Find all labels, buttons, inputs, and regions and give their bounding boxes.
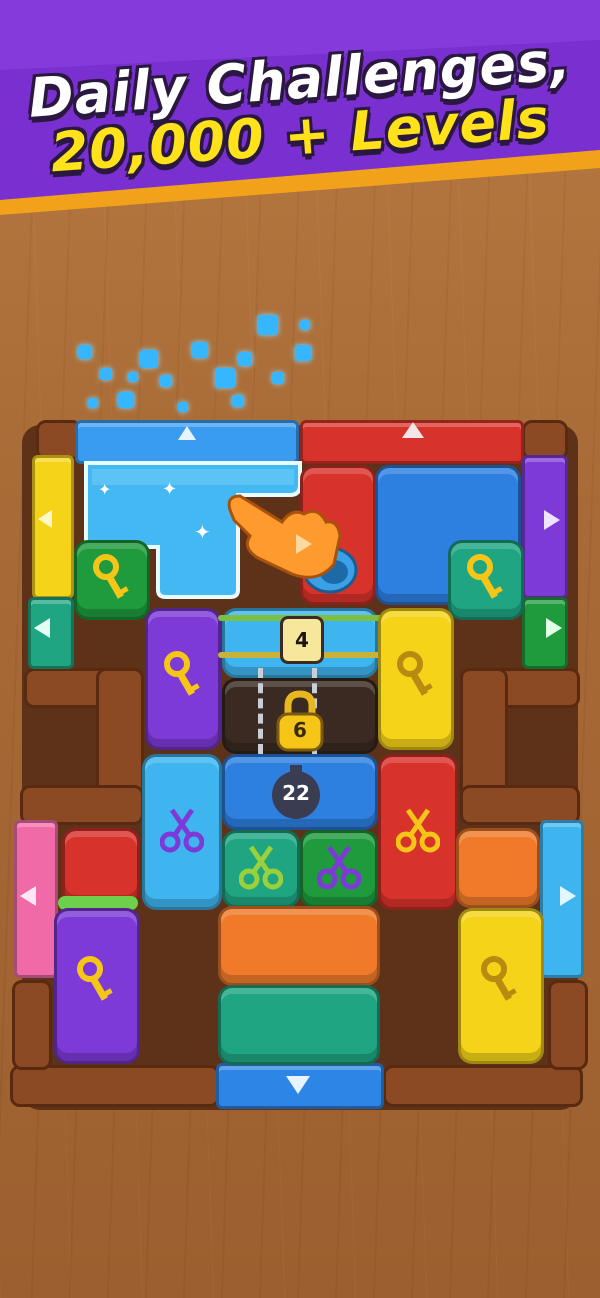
key-icon xyxy=(155,645,211,705)
gate-arrow-icon xyxy=(34,618,50,638)
scissors-icon xyxy=(388,800,448,860)
gate-arrow-icon xyxy=(286,1076,310,1094)
lock-counter: 6 xyxy=(293,718,307,742)
scissors-icon xyxy=(152,800,212,860)
block-teal-wide[interactable] xyxy=(218,985,380,1065)
key-icon xyxy=(388,645,444,705)
block-orange[interactable] xyxy=(456,828,540,908)
gate-arrow-icon xyxy=(20,886,36,906)
gate-arrow-icon xyxy=(38,510,52,528)
gate-arrow-icon xyxy=(546,618,562,638)
gate-arrow-icon xyxy=(402,422,424,438)
block-red[interactable] xyxy=(62,828,140,906)
frame-segment xyxy=(20,785,144,825)
frame-segment xyxy=(12,980,52,1070)
scissors-icon xyxy=(232,838,290,896)
frame-segment xyxy=(383,1065,583,1107)
key-icon xyxy=(66,950,126,1010)
bomb-timer: 22 xyxy=(282,781,310,805)
key-icon xyxy=(458,548,514,608)
frame-segment xyxy=(10,1065,220,1107)
key-icon xyxy=(84,548,140,608)
key-icon xyxy=(470,950,530,1010)
puzzle-board: ✦ ✦ ✦ 4 6 22 xyxy=(0,0,600,1298)
scissors-icon xyxy=(310,838,368,896)
svg-text:✦: ✦ xyxy=(98,480,111,499)
block-orange-wide[interactable] xyxy=(218,906,380,986)
frame-segment xyxy=(548,980,588,1070)
frame-corner xyxy=(522,420,568,460)
gate-arrow-icon xyxy=(560,886,576,906)
rope-counter: 4 xyxy=(280,616,324,664)
gate-arrow-icon xyxy=(544,510,560,530)
frame-segment xyxy=(460,785,580,825)
gate-arrow-icon xyxy=(178,426,196,440)
svg-text:✦: ✦ xyxy=(194,520,211,544)
svg-text:✦: ✦ xyxy=(162,479,177,500)
pointer-hand-icon xyxy=(222,488,362,602)
